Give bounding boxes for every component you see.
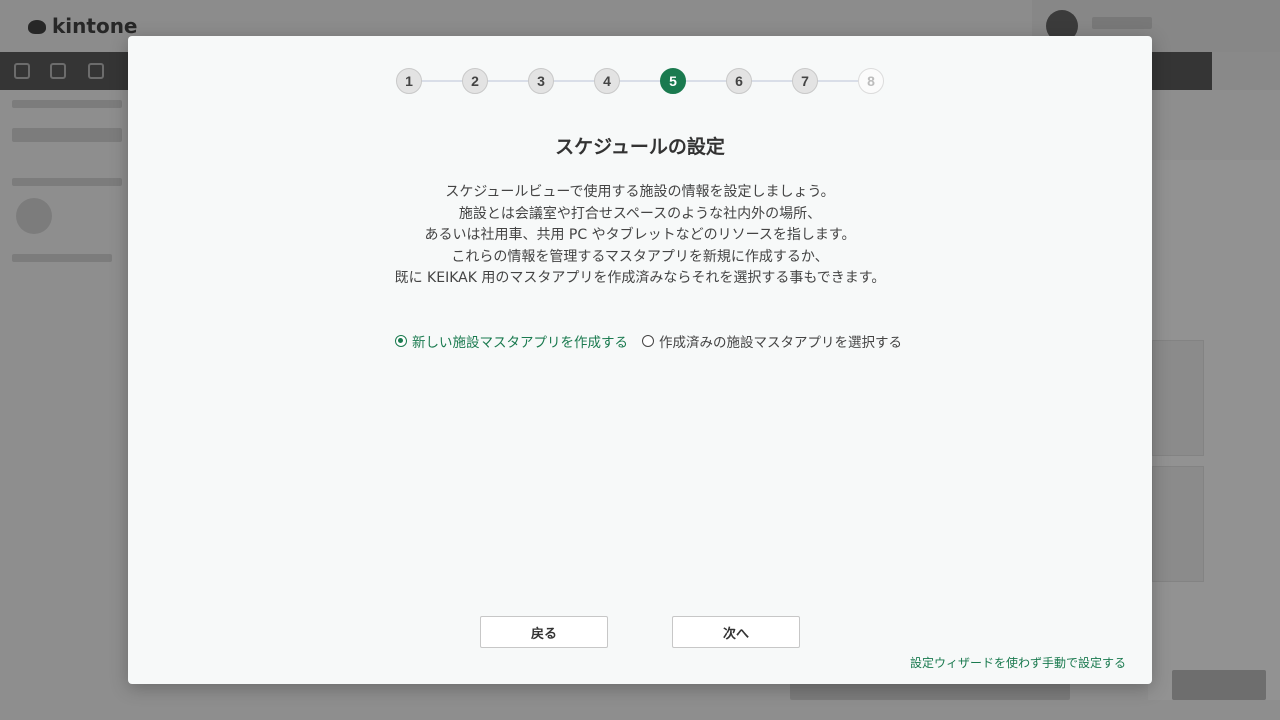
step-7: 7 xyxy=(792,68,818,94)
radio-select-existing-label[interactable]: 作成済みの施設マスタアプリを選択する xyxy=(659,331,902,351)
radio-select-existing-app[interactable]: 作成済みの施設マスタアプリを選択する xyxy=(642,331,902,351)
step-indicator: 1 2 3 4 5 6 7 8 xyxy=(396,67,884,95)
setup-wizard-dialog: 1 2 3 4 5 6 7 8 スケジュールの設定 スケジュールビューで使用する… xyxy=(128,36,1152,684)
master-app-choice: 新しい施設マスタアプリを作成する 作成済みの施設マスタアプリを選択する xyxy=(395,331,916,351)
step-2: 2 xyxy=(462,68,488,94)
description-line: これらの情報を管理するマスタアプリを新規に作成するか、 xyxy=(451,248,829,265)
wizard-description: スケジュールビューで使用する施設の情報を設定しましょう。 施設とは会議室や打合せ… xyxy=(128,182,1152,290)
radio-checked-icon[interactable] xyxy=(395,335,407,347)
step-4: 4 xyxy=(594,68,620,94)
description-line: スケジュールビューで使用する施設の情報を設定しましょう。 xyxy=(445,184,835,200)
back-button[interactable]: 戻る xyxy=(480,616,608,648)
wizard-title: スケジュールの設定 xyxy=(555,136,725,158)
description-line: 施設とは会議室や打合せスペースのような社内外の場所、 xyxy=(458,205,822,222)
step-8: 8 xyxy=(858,68,884,94)
step-3: 3 xyxy=(528,68,554,94)
radio-create-new-label[interactable]: 新しい施設マスタアプリを作成する xyxy=(412,331,628,351)
step-5-current: 5 xyxy=(660,68,686,94)
description-line: あるいは社用車、共用 PC やタブレットなどのリソースを指します。 xyxy=(424,227,856,243)
next-button[interactable]: 次へ xyxy=(672,616,800,648)
step-6: 6 xyxy=(726,68,752,94)
step-1: 1 xyxy=(396,68,422,94)
description-line: 既に KEIKAK 用のマスタアプリを作成済みならそれを選択する事もできます。 xyxy=(394,270,886,286)
radio-create-new-app[interactable]: 新しい施設マスタアプリを作成する xyxy=(395,331,628,351)
radio-unchecked-icon[interactable] xyxy=(642,335,654,347)
manual-setup-link[interactable]: 設定ウィザードを使わず手動で設定する xyxy=(910,654,1126,671)
